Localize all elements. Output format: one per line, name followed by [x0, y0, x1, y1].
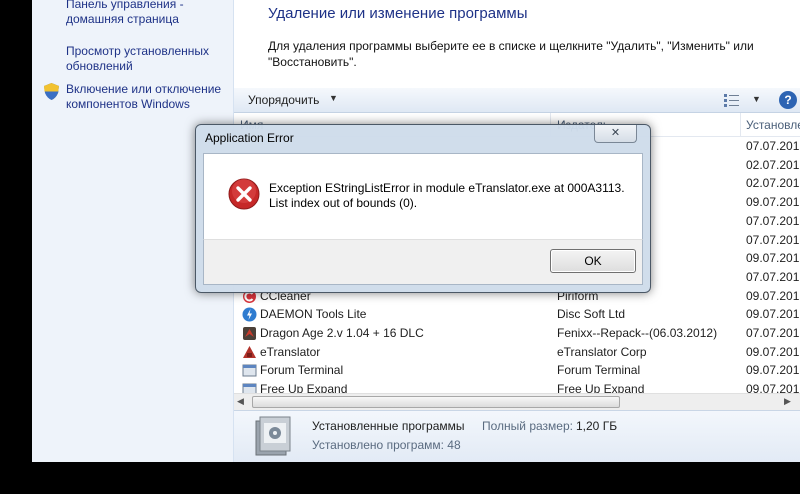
total-size-value: 1,20 ГБ [576, 419, 618, 433]
view-chevron-down-icon[interactable]: ▼ [752, 94, 761, 104]
error-message: Exception EStringListError in module eTr… [269, 181, 629, 211]
installed-count: Установлено программ: 48 [312, 438, 461, 452]
chevron-down-icon[interactable]: ▼ [329, 93, 338, 103]
program-install-date: 09.07.201 [746, 363, 800, 378]
error-icon [228, 178, 260, 210]
desktop-background: Панель управления - домашняя страница Пр… [0, 0, 800, 494]
column-header-installed-on[interactable]: Установле [746, 118, 800, 132]
link-text-line: Панель управления - [66, 0, 184, 11]
program-install-date: 09.07.201 [746, 288, 800, 303]
scroll-left-arrow-icon[interactable]: ◀ [237, 396, 244, 407]
program-install-date: 09.07.201 [746, 251, 800, 266]
control-panel-home-link[interactable]: Панель управления - домашняя страница [66, 0, 231, 27]
program-publisher: Free Up Expand [557, 382, 645, 393]
close-button[interactable]: ✕ [594, 125, 637, 143]
link-text-line: компонентов Windows [66, 97, 190, 111]
table-row[interactable]: Forum Terminal Forum Terminal 09.07.201 [234, 361, 800, 380]
program-name: Forum Terminal [260, 363, 344, 378]
program-install-date: 07.07.201 [746, 326, 800, 340]
view-options-icon[interactable] [724, 93, 740, 107]
program-install-date: 07.07.201 [746, 213, 800, 228]
etranslator-icon [242, 345, 257, 360]
close-icon: ✕ [610, 127, 621, 139]
link-text-line: обновлений [66, 59, 133, 73]
program-publisher: eTranslator Corp [557, 344, 647, 359]
status-title: Установленные программы [312, 419, 465, 433]
view-installed-updates-link[interactable]: Просмотр установленных обновлений [66, 44, 231, 74]
page-description: Для удаления программы выберите ее в спи… [268, 39, 754, 69]
program-install-date: 07.07.201 [746, 232, 800, 247]
program-name: DAEMON Tools Lite [260, 307, 367, 322]
program-publisher: Disc Soft Ltd [557, 307, 626, 322]
link-text-line: домашняя страница [66, 12, 179, 26]
total-size-label: Полный размер: [482, 419, 573, 433]
link-text-line: Просмотр установленных [66, 44, 209, 58]
help-icon[interactable]: ? [779, 91, 797, 109]
program-install-date: 09.07.201 [746, 344, 800, 359]
windows-features-link[interactable]: Включение или отключение компонентов Win… [66, 82, 231, 112]
horizontal-scrollbar[interactable]: ◀ ▶ [234, 393, 800, 410]
program-name: Dragon Age 2.v 1.04 + 16 DLC [260, 326, 424, 340]
organize-button[interactable]: Упорядочить [248, 93, 319, 107]
program-icon [242, 382, 257, 393]
details-pane: Установленные программы Полный размер: 1… [234, 410, 800, 462]
program-install-date: 09.07.201 [746, 307, 800, 322]
program-install-date: 07.07.201 [746, 269, 800, 284]
program-install-date: 09.07.201 [746, 195, 800, 210]
installed-programs-icon [255, 416, 291, 456]
ok-button[interactable]: OK [550, 249, 636, 273]
program-name: Free Up Expand [260, 382, 348, 393]
dragon-age-icon [242, 326, 257, 341]
application-error-dialog: Application Error ✕ Exception EStringLis… [195, 124, 651, 293]
program-install-date: 02.07.201 [746, 176, 800, 191]
table-row[interactable]: eTranslator eTranslator Corp 09.07.201 [234, 343, 800, 362]
table-row[interactable]: Dragon Age 2.v 1.04 + 16 DLC Fenixx--Repa… [234, 324, 800, 343]
program-install-date: 02.07.201 [746, 157, 800, 172]
program-name: eTranslator [260, 344, 321, 359]
daemon-tools-icon [242, 307, 257, 322]
uac-shield-icon [44, 83, 59, 100]
program-publisher: Forum Terminal [557, 363, 641, 378]
program-install-date: 07.07.201 [746, 139, 800, 153]
dialog-title: Application Error [205, 131, 294, 145]
scroll-right-arrow-icon[interactable]: ▶ [784, 396, 791, 407]
dialog-footer: OK [203, 239, 643, 285]
program-install-date: 09.07.201 [746, 382, 800, 393]
program-icon [242, 363, 257, 378]
scrollbar-thumb[interactable] [252, 396, 620, 408]
error-message-line: Exception EStringListError in module eTr… [269, 181, 625, 195]
command-toolbar: Упорядочить ▼ ▼ ? [234, 88, 800, 113]
program-publisher: Fenixx--Repack--(06.03.2012) [557, 326, 718, 340]
dialog-body: Exception EStringListError in module eTr… [203, 153, 643, 239]
link-text-line: Включение или отключение [66, 82, 222, 96]
table-row[interactable]: DAEMON Tools Lite Disc Soft Ltd 09.07.201 [234, 305, 800, 324]
column-divider[interactable] [740, 113, 741, 137]
error-message-line: List index out of bounds (0). [269, 196, 418, 210]
page-title: Удаление или изменение программы [268, 5, 528, 22]
table-row[interactable]: Free Up Expand Free Up Expand 09.07.201 [234, 380, 800, 393]
